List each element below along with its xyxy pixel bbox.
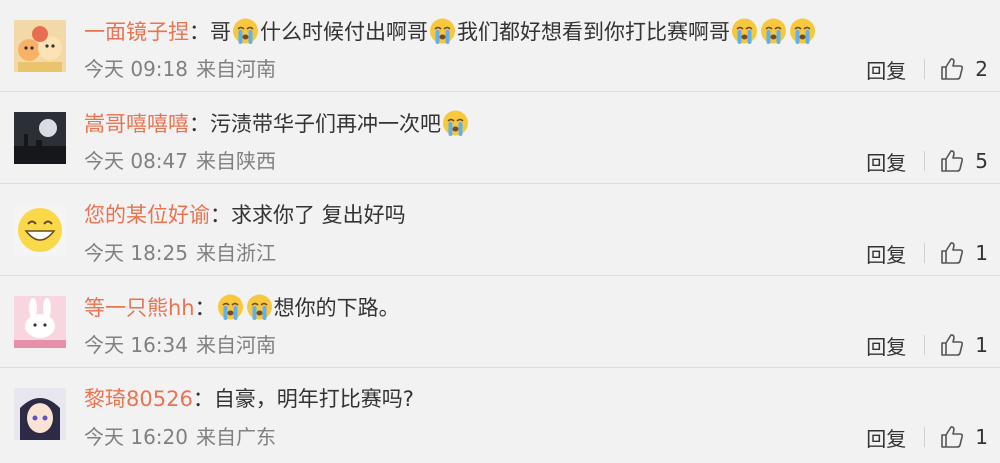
reply-button[interactable]: 回复	[866, 239, 906, 268]
thumbs-up-icon	[941, 58, 964, 80]
dark-night-avatar-icon	[14, 112, 66, 164]
cry-emoji-icon	[246, 292, 273, 322]
timestamp: 今天 16:34	[84, 333, 188, 357]
action-divider	[924, 335, 926, 355]
location: 来自陕西	[196, 149, 276, 173]
like-button[interactable]: 1	[939, 424, 988, 450]
cry-emoji-icon	[731, 16, 758, 46]
comment-item: 一面镜子捏：哥 什么时候付出啊哥 我们都好想看到你打比赛啊哥 今天 09:18 来自河…	[0, 0, 1000, 92]
cartoon-group-avatar-icon	[14, 20, 66, 72]
comment-text: 污渍带华子们再冲一次吧	[210, 112, 441, 136]
anime-girl-avatar-icon	[14, 388, 66, 440]
location: 来自河南	[196, 57, 276, 81]
comment-text: 我们都好想看到你打比赛啊哥	[457, 20, 730, 44]
cry-emoji-icon	[789, 16, 816, 46]
like-button[interactable]: 5	[939, 148, 988, 174]
like-count: 1	[975, 241, 988, 265]
separator: ：	[192, 387, 214, 411]
like-button[interactable]: 1	[939, 240, 988, 266]
separator: ：	[194, 296, 216, 320]
comment-line: 嵩哥嘻嘻嘻：污渍带华子们再冲一次吧	[84, 108, 470, 139]
comment-line: 等一只熊hh： 想你的下路。	[84, 292, 400, 323]
comment-text: 求求你了 复出好吗	[231, 203, 406, 227]
comment-text: 自豪，明年打比赛吗?	[213, 387, 414, 411]
comment-actions: 回复 5	[866, 147, 988, 175]
thumbs-up-icon	[941, 150, 964, 172]
comment-text: 什么时候付出啊哥	[260, 20, 428, 44]
username-link[interactable]: 一面镜子捏	[84, 20, 189, 44]
location: 来自浙江	[196, 241, 276, 265]
comment-item: 嵩哥嘻嘻嘻：污渍带华子们再冲一次吧 今天 08:47 来自陕西 回复 5	[0, 92, 1000, 184]
comment-meta: 今天 08:47 来自陕西	[84, 147, 276, 175]
comment-meta: 今天 16:34 来自河南	[84, 331, 276, 359]
cry-emoji-icon	[232, 16, 259, 46]
thumbs-up-icon	[941, 426, 964, 448]
action-divider	[924, 151, 926, 171]
like-count: 2	[975, 57, 988, 81]
avatar[interactable]	[14, 112, 66, 164]
like-count: 1	[975, 425, 988, 449]
timestamp: 今天 08:47	[84, 149, 188, 173]
comment-actions: 回复 1	[866, 239, 988, 267]
thumbs-up-icon	[941, 334, 964, 356]
reply-button[interactable]: 回复	[866, 147, 906, 176]
smiley-avatar-icon	[14, 204, 66, 256]
action-divider	[924, 59, 926, 79]
thumbs-up-icon	[941, 242, 964, 264]
comment-item: 黎琦80526：自豪，明年打比赛吗? 今天 16:20 来自广东 回复 1	[0, 368, 1000, 460]
avatar[interactable]	[14, 204, 66, 256]
cry-emoji-icon	[442, 108, 469, 138]
separator: ：	[189, 112, 210, 136]
comment-actions: 回复 1	[866, 331, 988, 359]
separator: ：	[210, 203, 231, 227]
comment-text: 想你的下路。	[273, 296, 400, 320]
comment-text: 哥	[210, 20, 231, 44]
cry-emoji-icon	[429, 16, 456, 46]
like-button[interactable]: 1	[939, 332, 988, 358]
cry-emoji-icon	[760, 16, 787, 46]
username-link[interactable]: 嵩哥嘻嘻嘻	[84, 112, 189, 136]
separator: ：	[189, 20, 210, 44]
comment-meta: 今天 16:20 来自广东	[84, 423, 276, 451]
location: 来自河南	[196, 333, 276, 357]
pink-bunny-avatar-icon	[14, 296, 66, 348]
cry-emoji-icon	[217, 292, 244, 322]
comment-list: 一面镜子捏：哥 什么时候付出啊哥 我们都好想看到你打比赛啊哥 今天 09:18 来自河…	[0, 0, 1000, 460]
comment-meta: 今天 09:18 来自河南	[84, 55, 276, 83]
timestamp: 今天 09:18	[84, 57, 188, 81]
comment-line: 一面镜子捏：哥 什么时候付出啊哥 我们都好想看到你打比赛啊哥	[84, 16, 817, 47]
reply-button[interactable]: 回复	[866, 331, 906, 360]
reply-button[interactable]: 回复	[866, 423, 906, 452]
comment-meta: 今天 18:25 来自浙江	[84, 239, 276, 267]
location: 来自广东	[196, 425, 276, 449]
username-link[interactable]: 您的某位好谕	[84, 203, 210, 227]
action-divider	[924, 427, 926, 447]
comment-actions: 回复 2	[866, 55, 988, 83]
like-button[interactable]: 2	[939, 56, 988, 82]
timestamp: 今天 16:20	[84, 425, 188, 449]
comment-line: 您的某位好谕：求求你了 复出好吗	[84, 200, 406, 230]
username-link[interactable]: 黎琦80526	[84, 387, 193, 411]
avatar[interactable]	[14, 296, 66, 348]
like-count: 5	[975, 149, 988, 173]
action-divider	[924, 243, 926, 263]
avatar[interactable]	[14, 388, 66, 440]
reply-button[interactable]: 回复	[866, 55, 906, 84]
comment-item: 您的某位好谕：求求你了 复出好吗 今天 18:25 来自浙江 回复 1	[0, 184, 1000, 276]
avatar[interactable]	[14, 20, 66, 72]
timestamp: 今天 18:25	[84, 241, 188, 265]
username-link[interactable]: 等一只熊hh	[84, 296, 195, 320]
comment-line: 黎琦80526：自豪，明年打比赛吗?	[84, 384, 414, 414]
comment-item: 等一只熊hh： 想你的下路。 今天 16:34 来自河南 回复 1	[0, 276, 1000, 368]
like-count: 1	[975, 333, 988, 357]
comment-actions: 回复 1	[866, 423, 988, 451]
